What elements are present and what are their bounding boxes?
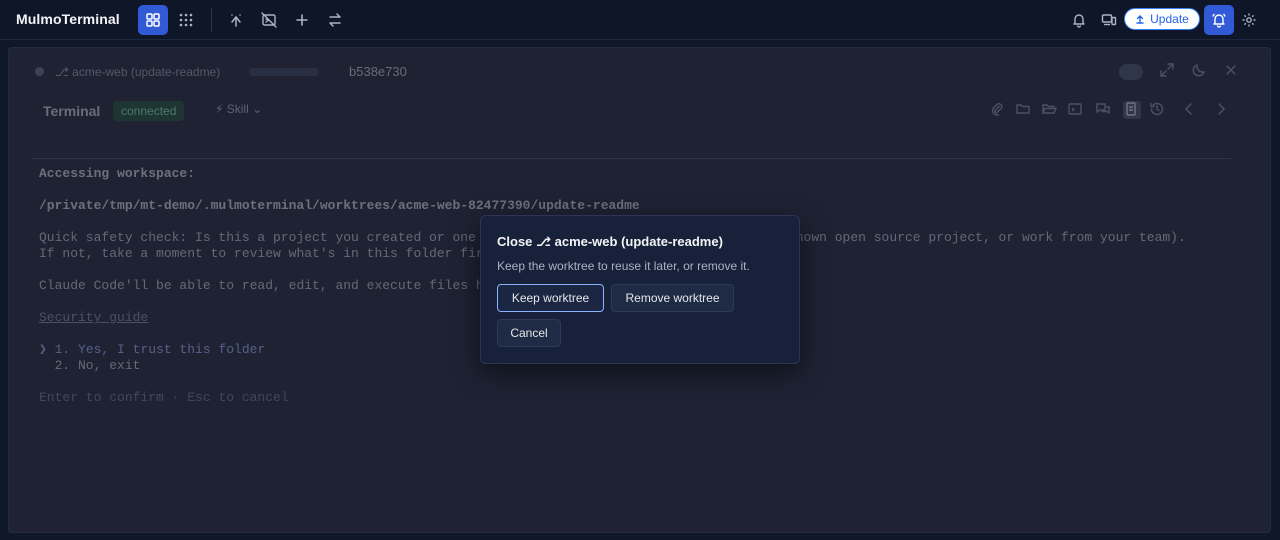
folder-icon[interactable] (1015, 101, 1033, 119)
status-badge: connected (113, 101, 185, 121)
eye-toggle-icon[interactable] (1119, 64, 1143, 80)
bell-icon[interactable] (1064, 5, 1094, 35)
terminal-line: If not, take a moment to review what's i… (39, 246, 508, 261)
chevron-left-icon[interactable] (1181, 101, 1199, 119)
update-button[interactable]: Update (1124, 8, 1200, 30)
terminal-option-trust[interactable]: ❯ 1. Yes, I trust this folder (39, 342, 265, 357)
merge-icon[interactable] (221, 5, 251, 35)
moon-icon[interactable] (1191, 62, 1209, 80)
terminal-line: /private/tmp/mt-demo/.mulmoterminal/work… (39, 198, 640, 213)
terminal-title: Terminal (43, 103, 101, 119)
workspace-label: ⎇ acme-web (update-readme) (55, 65, 221, 79)
expand-icon[interactable] (1159, 62, 1177, 80)
panel-header: ⎇ acme-web (update-readme) b538e730 (9, 48, 1270, 96)
chat-icon[interactable] (1095, 101, 1113, 119)
gear-icon[interactable] (1234, 5, 1264, 35)
dialog-description: Keep the worktree to reuse it later, or … (497, 259, 750, 273)
terminal-line: Claude Code'll be able to read, edit, an… (39, 278, 515, 293)
app-title: MulmoTerminal (16, 11, 120, 27)
remove-worktree-button[interactable]: Remove worktree (611, 284, 734, 312)
document-icon[interactable] (1123, 101, 1141, 119)
security-guide-link[interactable]: Security guide (39, 310, 148, 325)
paperclip-icon[interactable] (989, 101, 1007, 119)
terminal-icon[interactable] (1067, 101, 1085, 119)
top-bar: MulmoTerminal Update (0, 0, 1280, 40)
swap-icon[interactable] (320, 5, 350, 35)
grid-view-icon[interactable] (138, 5, 168, 35)
terminal-option-exit[interactable]: 2. No, exit (39, 358, 141, 373)
dots-grid-icon[interactable] (171, 5, 201, 35)
blurred-text (249, 68, 319, 76)
terminal-line: Accessing workspace: (39, 166, 196, 181)
commit-hash: b538e730 (349, 64, 407, 79)
close-icon[interactable] (1223, 62, 1241, 80)
header-divider (31, 158, 1231, 159)
keep-worktree-button[interactable]: Keep worktree (497, 284, 604, 312)
status-dot (35, 67, 44, 76)
bell-ring-icon[interactable] (1204, 5, 1234, 35)
history-icon[interactable] (1149, 101, 1167, 119)
toolbar-divider (211, 8, 212, 32)
close-worktree-dialog: Close ⎇ acme-web (update-readme) Keep th… (480, 215, 800, 364)
devices-icon[interactable] (1094, 5, 1124, 35)
folder-open-icon[interactable] (1041, 101, 1059, 119)
skill-dropdown[interactable]: ⚡ Skill ⌄ (215, 102, 262, 116)
upload-icon (1136, 15, 1144, 24)
chevron-right-icon[interactable] (1213, 101, 1231, 119)
cancel-button[interactable]: Cancel (497, 319, 561, 347)
update-label: Update (1150, 12, 1189, 26)
terminal-off-icon[interactable] (254, 5, 284, 35)
plus-icon[interactable] (287, 5, 317, 35)
dialog-title: Close ⎇ acme-web (update-readme) (497, 234, 723, 249)
terminal-hint: Enter to confirm · Esc to cancel (39, 390, 289, 405)
